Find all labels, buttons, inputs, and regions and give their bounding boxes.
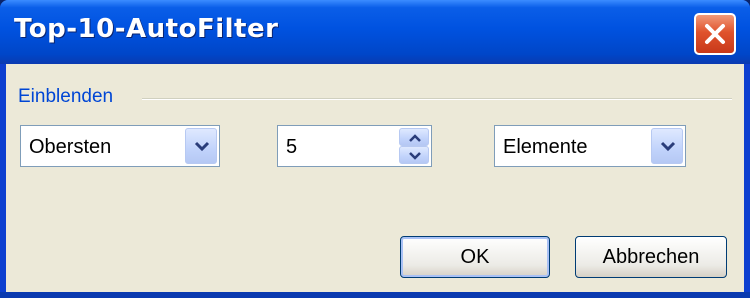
direction-value: Obersten — [29, 136, 112, 158]
dialog-body: Einblenden Obersten 5 Elemente OK Abbrec… — [6, 64, 744, 292]
group-divider — [142, 98, 732, 100]
ok-button[interactable]: OK — [400, 236, 550, 278]
count-stepper[interactable]: 5 — [277, 125, 432, 167]
unit-select[interactable]: Elemente — [494, 125, 686, 167]
count-increment-button[interactable] — [399, 128, 429, 146]
count-value: 5 — [286, 136, 298, 158]
direction-select[interactable]: Obersten — [20, 125, 220, 167]
unit-value: Elemente — [503, 136, 588, 158]
group-label: Einblenden — [18, 86, 114, 107]
close-button[interactable] — [694, 13, 736, 55]
title-bar[interactable]: Top-10-AutoFilter — [0, 0, 750, 64]
cancel-button[interactable]: Abbrechen — [575, 236, 727, 278]
dialog-window: Top-10-AutoFilter Einblenden Obersten 5 — [0, 0, 750, 298]
close-icon — [705, 24, 725, 44]
window-title: Top-10-AutoFilter — [14, 14, 279, 44]
chevron-down-icon — [194, 141, 210, 152]
unit-dropdown-button[interactable] — [651, 128, 683, 164]
arrow-down-icon — [409, 152, 421, 160]
chevron-down-icon — [660, 141, 676, 152]
count-spin-buttons — [399, 128, 429, 164]
arrow-up-icon — [409, 134, 421, 142]
direction-dropdown-button[interactable] — [185, 128, 217, 164]
window-bottom-border — [0, 292, 750, 298]
count-decrement-button[interactable] — [399, 146, 429, 164]
